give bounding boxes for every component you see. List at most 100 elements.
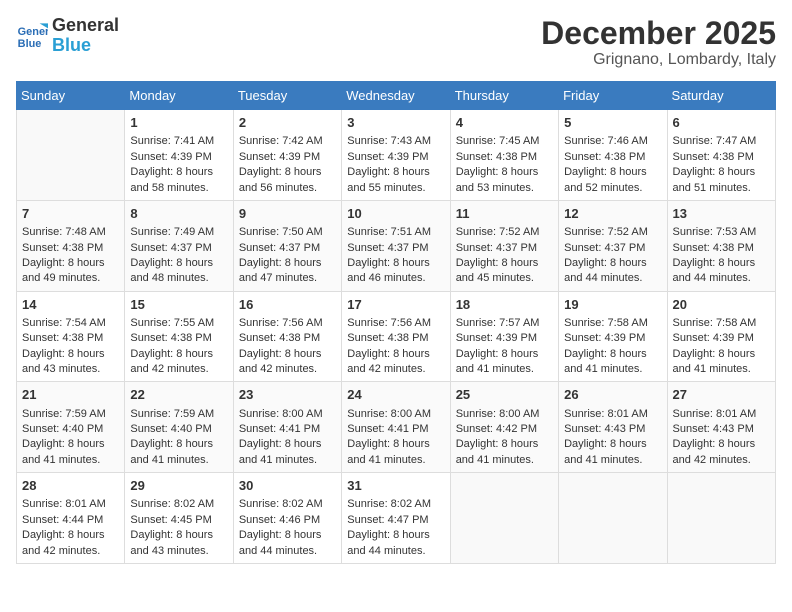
weekday-header-saturday: Saturday — [667, 82, 775, 110]
calendar-cell — [559, 473, 667, 564]
svg-text:General: General — [18, 26, 48, 38]
sunset-text: Sunset: 4:39 PM — [347, 150, 444, 165]
day-number: 2 — [239, 114, 336, 132]
svg-text:Blue: Blue — [18, 38, 42, 50]
calendar-cell: 28Sunrise: 8:01 AMSunset: 4:44 PMDayligh… — [17, 473, 125, 564]
day-number: 19 — [564, 296, 661, 314]
calendar-cell: 10Sunrise: 7:51 AMSunset: 4:37 PMDayligh… — [342, 200, 450, 291]
day-number: 6 — [673, 114, 770, 132]
sunset-text: Sunset: 4:38 PM — [239, 331, 336, 346]
day-number: 26 — [564, 386, 661, 404]
week-row-2: 7Sunrise: 7:48 AMSunset: 4:38 PMDaylight… — [17, 200, 776, 291]
day-number: 4 — [456, 114, 553, 132]
daylight-text: Daylight: 8 hours and 41 minutes. — [239, 437, 336, 468]
day-number: 12 — [564, 205, 661, 223]
day-number: 3 — [347, 114, 444, 132]
calendar-cell: 21Sunrise: 7:59 AMSunset: 4:40 PMDayligh… — [17, 382, 125, 473]
calendar-cell: 12Sunrise: 7:52 AMSunset: 4:37 PMDayligh… — [559, 200, 667, 291]
daylight-text: Daylight: 8 hours and 43 minutes. — [130, 528, 227, 559]
calendar-cell: 6Sunrise: 7:47 AMSunset: 4:38 PMDaylight… — [667, 110, 775, 201]
sunrise-text: Sunrise: 7:51 AM — [347, 225, 444, 240]
calendar-cell: 31Sunrise: 8:02 AMSunset: 4:47 PMDayligh… — [342, 473, 450, 564]
sunset-text: Sunset: 4:40 PM — [130, 422, 227, 437]
sunrise-text: Sunrise: 7:42 AM — [239, 134, 336, 149]
weekday-header-friday: Friday — [559, 82, 667, 110]
sunrise-text: Sunrise: 8:02 AM — [239, 497, 336, 512]
sunrise-text: Sunrise: 7:45 AM — [456, 134, 553, 149]
daylight-text: Daylight: 8 hours and 44 minutes. — [239, 528, 336, 559]
sunrise-text: Sunrise: 7:46 AM — [564, 134, 661, 149]
day-number: 13 — [673, 205, 770, 223]
day-number: 27 — [673, 386, 770, 404]
sunrise-text: Sunrise: 8:00 AM — [456, 407, 553, 422]
weekday-header-sunday: Sunday — [17, 82, 125, 110]
day-number: 24 — [347, 386, 444, 404]
daylight-text: Daylight: 8 hours and 53 minutes. — [456, 165, 553, 196]
sunset-text: Sunset: 4:37 PM — [130, 241, 227, 256]
day-number: 14 — [22, 296, 119, 314]
sunset-text: Sunset: 4:38 PM — [22, 241, 119, 256]
day-number: 29 — [130, 477, 227, 495]
sunrise-text: Sunrise: 7:58 AM — [673, 316, 770, 331]
sunset-text: Sunset: 4:38 PM — [673, 150, 770, 165]
daylight-text: Daylight: 8 hours and 41 minutes. — [347, 437, 444, 468]
daylight-text: Daylight: 8 hours and 52 minutes. — [564, 165, 661, 196]
weekday-header-monday: Monday — [125, 82, 233, 110]
sunset-text: Sunset: 4:37 PM — [456, 241, 553, 256]
daylight-text: Daylight: 8 hours and 46 minutes. — [347, 256, 444, 287]
sunrise-text: Sunrise: 7:52 AM — [456, 225, 553, 240]
sunrise-text: Sunrise: 8:00 AM — [239, 407, 336, 422]
sunrise-text: Sunrise: 7:52 AM — [564, 225, 661, 240]
daylight-text: Daylight: 8 hours and 42 minutes. — [347, 347, 444, 378]
calendar-cell: 1Sunrise: 7:41 AMSunset: 4:39 PMDaylight… — [125, 110, 233, 201]
calendar-cell: 29Sunrise: 8:02 AMSunset: 4:45 PMDayligh… — [125, 473, 233, 564]
sunset-text: Sunset: 4:40 PM — [22, 422, 119, 437]
title-block: December 2025 Grignano, Lombardy, Italy — [541, 16, 776, 69]
calendar-cell: 8Sunrise: 7:49 AMSunset: 4:37 PMDaylight… — [125, 200, 233, 291]
calendar-cell: 3Sunrise: 7:43 AMSunset: 4:39 PMDaylight… — [342, 110, 450, 201]
calendar-cell: 20Sunrise: 7:58 AMSunset: 4:39 PMDayligh… — [667, 291, 775, 382]
daylight-text: Daylight: 8 hours and 47 minutes. — [239, 256, 336, 287]
day-number: 28 — [22, 477, 119, 495]
sunrise-text: Sunrise: 7:43 AM — [347, 134, 444, 149]
sunset-text: Sunset: 4:43 PM — [564, 422, 661, 437]
sunset-text: Sunset: 4:39 PM — [456, 331, 553, 346]
calendar-cell: 16Sunrise: 7:56 AMSunset: 4:38 PMDayligh… — [233, 291, 341, 382]
daylight-text: Daylight: 8 hours and 41 minutes. — [564, 437, 661, 468]
week-row-4: 21Sunrise: 7:59 AMSunset: 4:40 PMDayligh… — [17, 382, 776, 473]
daylight-text: Daylight: 8 hours and 42 minutes. — [673, 437, 770, 468]
sunrise-text: Sunrise: 7:55 AM — [130, 316, 227, 331]
day-number: 9 — [239, 205, 336, 223]
daylight-text: Daylight: 8 hours and 41 minutes. — [130, 437, 227, 468]
daylight-text: Daylight: 8 hours and 41 minutes. — [22, 437, 119, 468]
day-number: 20 — [673, 296, 770, 314]
day-number: 8 — [130, 205, 227, 223]
daylight-text: Daylight: 8 hours and 49 minutes. — [22, 256, 119, 287]
sunrise-text: Sunrise: 7:54 AM — [22, 316, 119, 331]
day-number: 23 — [239, 386, 336, 404]
sunset-text: Sunset: 4:38 PM — [673, 241, 770, 256]
sunrise-text: Sunrise: 8:01 AM — [22, 497, 119, 512]
day-number: 17 — [347, 296, 444, 314]
calendar-cell — [17, 110, 125, 201]
calendar-cell: 4Sunrise: 7:45 AMSunset: 4:38 PMDaylight… — [450, 110, 558, 201]
day-number: 1 — [130, 114, 227, 132]
day-number: 5 — [564, 114, 661, 132]
sunrise-text: Sunrise: 8:01 AM — [673, 407, 770, 422]
logo-line1: General — [52, 16, 119, 36]
calendar-cell: 19Sunrise: 7:58 AMSunset: 4:39 PMDayligh… — [559, 291, 667, 382]
sunrise-text: Sunrise: 7:58 AM — [564, 316, 661, 331]
weekday-header-tuesday: Tuesday — [233, 82, 341, 110]
calendar-cell: 30Sunrise: 8:02 AMSunset: 4:46 PMDayligh… — [233, 473, 341, 564]
sunrise-text: Sunrise: 7:49 AM — [130, 225, 227, 240]
calendar-cell: 26Sunrise: 8:01 AMSunset: 4:43 PMDayligh… — [559, 382, 667, 473]
calendar-cell: 23Sunrise: 8:00 AMSunset: 4:41 PMDayligh… — [233, 382, 341, 473]
day-number: 16 — [239, 296, 336, 314]
daylight-text: Daylight: 8 hours and 42 minutes. — [22, 528, 119, 559]
sunset-text: Sunset: 4:38 PM — [347, 331, 444, 346]
sunset-text: Sunset: 4:43 PM — [673, 422, 770, 437]
day-number: 31 — [347, 477, 444, 495]
calendar-cell: 7Sunrise: 7:48 AMSunset: 4:38 PMDaylight… — [17, 200, 125, 291]
day-number: 15 — [130, 296, 227, 314]
sunset-text: Sunset: 4:46 PM — [239, 513, 336, 528]
